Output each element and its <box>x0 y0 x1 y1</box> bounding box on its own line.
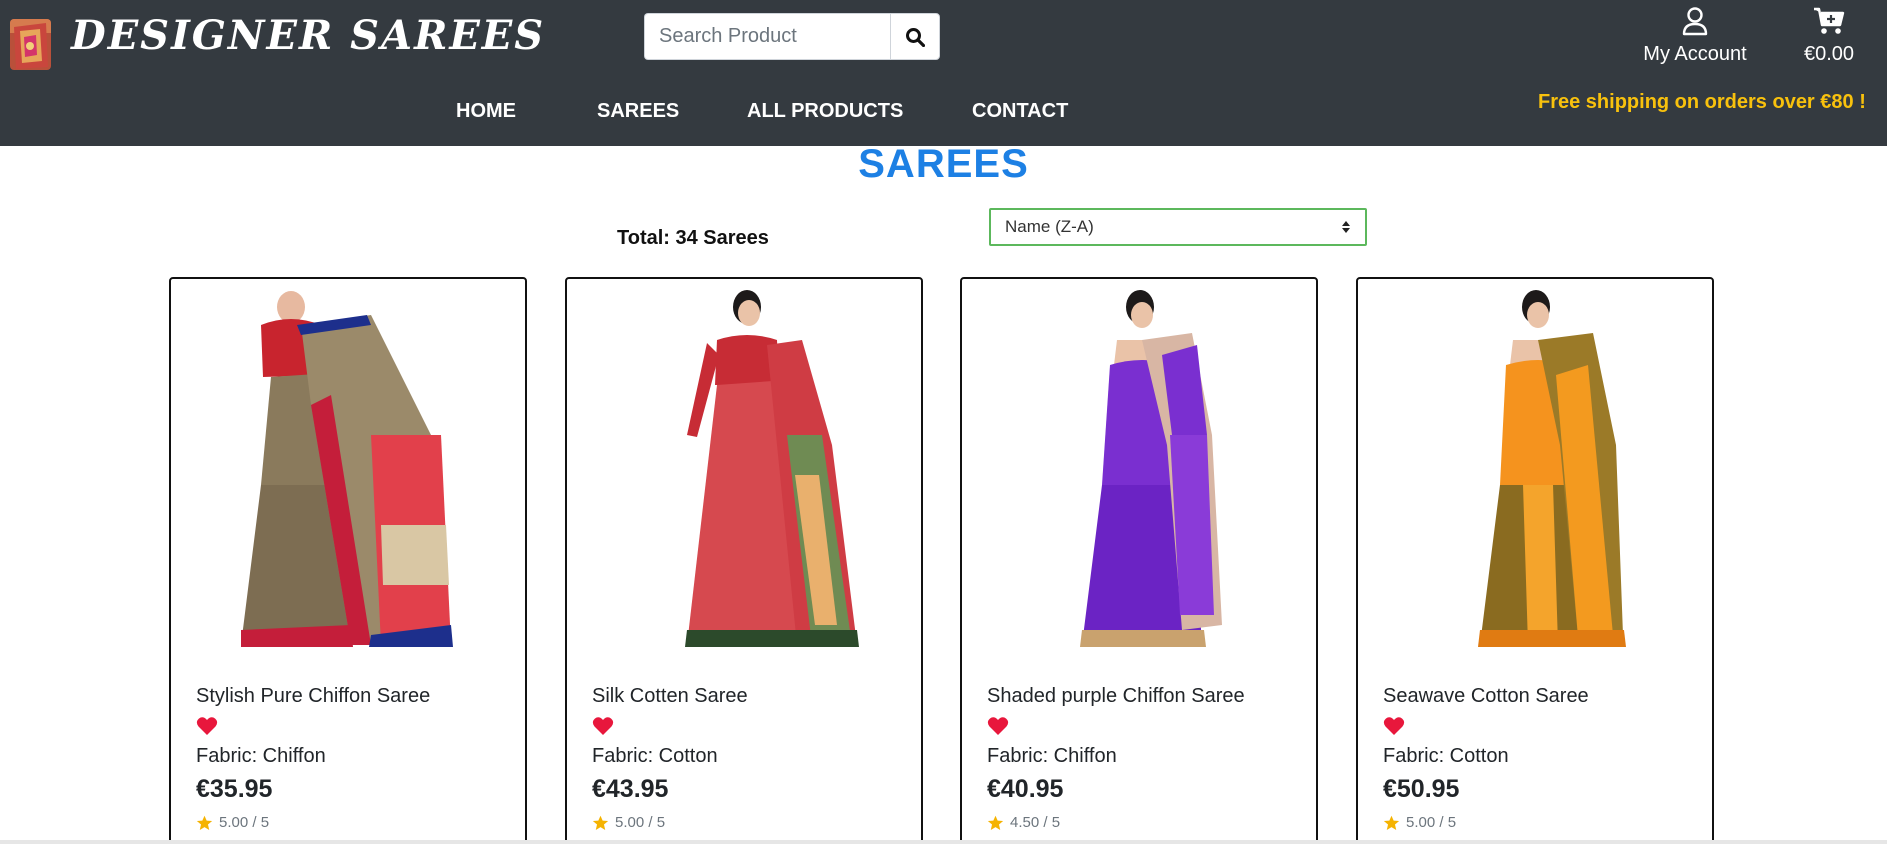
site-header: DESIGNER SAREES My Account €0.00 HOME <box>0 0 1887 146</box>
product-rating: 4.50 / 5 <box>987 814 1060 831</box>
heart-icon <box>987 717 1009 735</box>
sort-select[interactable]: Name (Z-A) <box>989 208 1367 246</box>
nav-all-products[interactable]: ALL PRODUCTS <box>747 100 903 123</box>
product-card[interactable]: Shaded purple Chiffon Saree Fabric: Chif… <box>960 277 1318 844</box>
product-fabric: Fabric: Chiffon <box>987 745 1117 767</box>
product-image[interactable] <box>992 285 1288 653</box>
product-fabric: Fabric: Cotton <box>592 745 718 767</box>
nav-sarees[interactable]: SAREES <box>597 100 679 123</box>
cart-icon <box>1814 7 1845 34</box>
search-button[interactable] <box>890 13 940 60</box>
product-rating: 5.00 / 5 <box>196 814 269 831</box>
cart-link[interactable]: €0.00 <box>1792 6 1866 66</box>
page-title: SAREES <box>858 142 1029 186</box>
rating-value: 4.50 / 5 <box>1010 814 1061 831</box>
favorite-button[interactable] <box>1383 716 1405 741</box>
favorite-button[interactable] <box>987 716 1009 741</box>
star-icon <box>592 815 609 830</box>
search-bar <box>644 13 940 60</box>
product-total: Total: 34 Sarees <box>617 227 769 249</box>
product-price: €35.95 <box>196 775 273 803</box>
product-price: €43.95 <box>592 775 669 803</box>
product-image[interactable] <box>597 285 893 653</box>
my-account-label: My Account <box>1643 43 1747 65</box>
my-account-link[interactable]: My Account <box>1628 6 1762 66</box>
product-price: €50.95 <box>1383 775 1460 803</box>
product-rating: 5.00 / 5 <box>592 814 665 831</box>
nav-home[interactable]: HOME <box>456 100 516 123</box>
search-input[interactable] <box>644 13 890 60</box>
brand-name[interactable]: DESIGNER SAREES <box>71 12 545 59</box>
sort-selected-value: Name (Z-A) <box>1005 217 1094 236</box>
heart-icon <box>196 717 218 735</box>
heart-icon <box>1383 717 1405 735</box>
product-card[interactable]: Seawave Cotton Saree Fabric: Cotton €50.… <box>1356 277 1714 844</box>
free-shipping-banner: Free shipping on orders over €80 ! <box>1538 91 1866 113</box>
favorite-button[interactable] <box>196 716 218 741</box>
sort-arrows-icon <box>1341 220 1351 234</box>
favorite-button[interactable] <box>592 716 614 741</box>
page-divider <box>0 840 1887 844</box>
heart-icon <box>592 717 614 735</box>
rating-value: 5.00 / 5 <box>615 814 666 831</box>
product-fabric: Fabric: Cotton <box>1383 745 1509 767</box>
product-name[interactable]: Seawave Cotton Saree <box>1383 685 1589 708</box>
product-name[interactable]: Silk Cotten Saree <box>592 685 748 708</box>
logo-image[interactable] <box>10 19 51 70</box>
star-icon <box>1383 815 1400 830</box>
product-price: €40.95 <box>987 775 1064 803</box>
rating-value: 5.00 / 5 <box>1406 814 1457 831</box>
product-rating: 5.00 / 5 <box>1383 814 1456 831</box>
cart-total: €0.00 <box>1803 43 1855 65</box>
product-image[interactable] <box>201 285 497 653</box>
product-name[interactable]: Shaded purple Chiffon Saree <box>987 685 1245 708</box>
star-icon <box>987 815 1004 830</box>
rating-value: 5.00 / 5 <box>219 814 270 831</box>
product-name[interactable]: Stylish Pure Chiffon Saree <box>196 685 430 708</box>
product-image[interactable] <box>1388 285 1684 653</box>
nav-contact[interactable]: CONTACT <box>972 100 1068 123</box>
star-icon <box>196 815 213 830</box>
search-icon <box>906 27 925 47</box>
product-fabric: Fabric: Chiffon <box>196 745 326 767</box>
product-card[interactable]: Silk Cotten Saree Fabric: Cotton €43.95 … <box>565 277 923 844</box>
user-icon <box>1682 7 1708 36</box>
product-card[interactable]: Stylish Pure Chiffon Saree Fabric: Chiff… <box>169 277 527 844</box>
